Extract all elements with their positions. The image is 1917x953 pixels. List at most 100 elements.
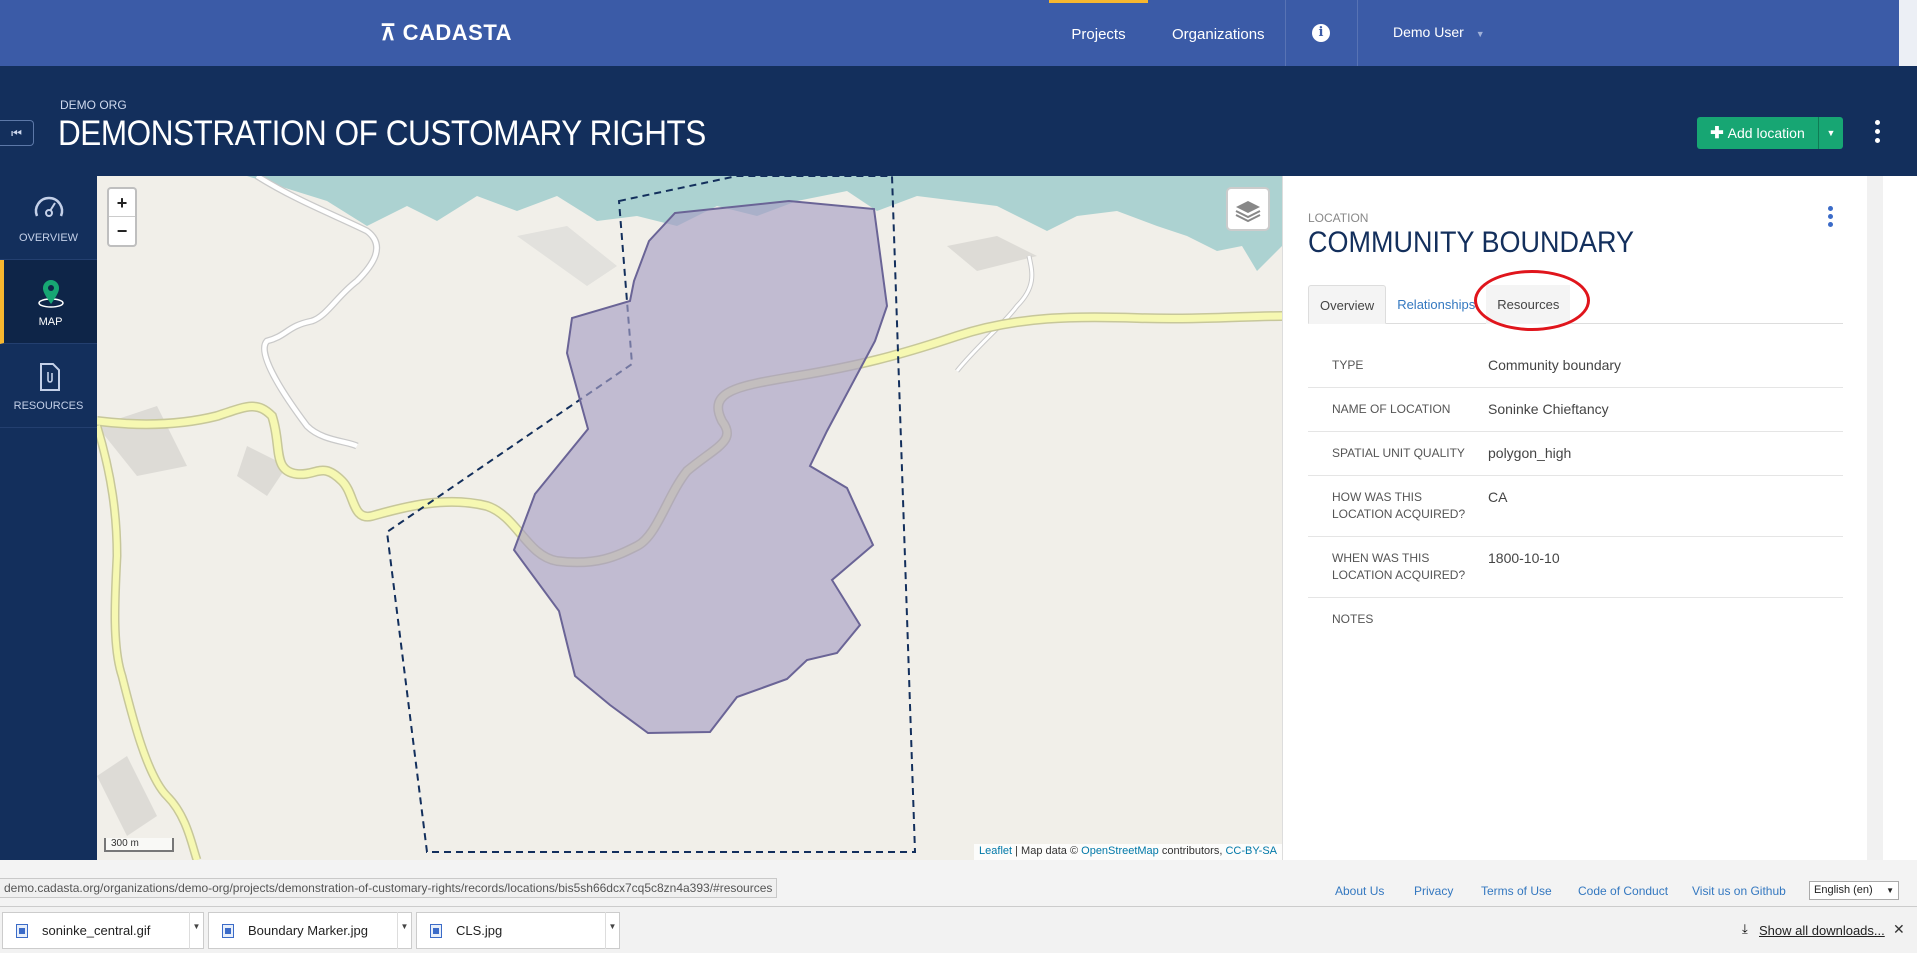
road bbox=[955, 255, 1034, 372]
nav-organizations[interactable]: Organizations bbox=[1172, 0, 1265, 66]
attribute-key: NAME OF LOCATION bbox=[1332, 402, 1451, 416]
sidebar-item-map[interactable]: MAP bbox=[0, 260, 97, 344]
sidebar-item-resources[interactable]: RESOURCES bbox=[0, 344, 97, 428]
project-menu-icon[interactable] bbox=[1875, 120, 1880, 143]
map-view[interactable]: + − 300 m Leaflet | Map data © OpenStree… bbox=[97, 176, 1282, 860]
show-all-downloads-link[interactable]: Show all downloads... bbox=[1759, 923, 1885, 938]
attribute-key: WHEN WAS THIS LOCATION ACQUIRED? bbox=[1332, 551, 1466, 582]
attribution-text: | Map data © bbox=[1012, 845, 1082, 857]
collapse-sidebar-button[interactable]: ⏮ bbox=[0, 120, 34, 146]
panel-scrollbar[interactable] bbox=[1867, 176, 1917, 860]
attribute-row: HOW WAS THIS LOCATION ACQUIRED? CA bbox=[1308, 476, 1843, 537]
add-location-label: Add location bbox=[1727, 125, 1805, 141]
attribute-row: SPATIAL UNIT QUALITY polygon_high bbox=[1308, 432, 1843, 476]
zoom-out-button[interactable]: − bbox=[109, 217, 135, 245]
scrollbar-top bbox=[1899, 0, 1917, 66]
image-file-icon bbox=[222, 923, 234, 938]
map-canvas[interactable] bbox=[97, 176, 1282, 860]
chevron-down-icon[interactable]: ▼ bbox=[397, 912, 411, 949]
project-header: ⏮ DEMO ORG DEMONSTRATION OF CUSTOMARY RI… bbox=[0, 66, 1917, 176]
location-detail-panel: LOCATION COMMUNITY BOUNDARY Overview Rel… bbox=[1282, 176, 1867, 860]
chevron-down-icon[interactable]: ▼ bbox=[189, 912, 203, 949]
download-filename: CLS.jpg bbox=[456, 923, 503, 938]
osm-link[interactable]: OpenStreetMap bbox=[1081, 845, 1159, 857]
attribute-value: Community boundary bbox=[1488, 357, 1622, 373]
attribute-key: NOTES bbox=[1332, 612, 1374, 626]
chevron-down-icon: ▼ bbox=[1886, 886, 1894, 895]
info-icon[interactable]: i bbox=[1312, 24, 1330, 42]
location-tabs: Overview Relationships Resources bbox=[1308, 270, 1843, 331]
nav-projects[interactable]: Projects bbox=[1049, 0, 1148, 66]
logo-text: CADASTA bbox=[402, 20, 513, 45]
nav-divider bbox=[1285, 0, 1286, 66]
org-name[interactable]: DEMO ORG bbox=[60, 98, 127, 112]
sidebar-item-overview[interactable]: OVERVIEW bbox=[0, 176, 97, 260]
map-scale: 300 m bbox=[104, 838, 174, 852]
footer-link-about[interactable]: About Us bbox=[1335, 884, 1384, 898]
highlight-circle bbox=[1474, 270, 1591, 331]
page-title: DEMONSTRATION OF CUSTOMARY RIGHTS bbox=[58, 114, 706, 153]
cadasta-logo[interactable]: ⊼ CADASTA bbox=[380, 20, 512, 46]
image-file-icon bbox=[430, 923, 442, 938]
download-item[interactable]: CLS.jpg ▼ bbox=[416, 912, 620, 949]
project-sidebar: OVERVIEW MAP RESOURCES bbox=[0, 176, 97, 860]
attribute-value: Soninke Chieftancy bbox=[1488, 401, 1609, 417]
community-boundary-polygon[interactable] bbox=[512, 199, 889, 735]
chevron-down-icon: ▼ bbox=[1475, 29, 1485, 39]
footer-link-conduct[interactable]: Code of Conduct bbox=[1578, 884, 1668, 898]
leaflet-link[interactable]: Leaflet bbox=[979, 845, 1012, 857]
road-outline bbox=[955, 255, 1035, 373]
sidebar-item-label: MAP bbox=[38, 316, 63, 328]
location-title: COMMUNITY BOUNDARY bbox=[1308, 226, 1635, 259]
tab-resources[interactable]: Resources bbox=[1474, 270, 1591, 331]
add-location-dropdown-caret[interactable]: ▼ bbox=[1819, 117, 1843, 149]
attribute-row: TYPE Community boundary bbox=[1308, 344, 1843, 388]
attribute-value: 1800-10-10 bbox=[1488, 550, 1560, 566]
zoom-control: + − bbox=[107, 187, 137, 247]
tab-overview[interactable]: Overview bbox=[1308, 285, 1387, 324]
attribute-key: SPATIAL UNIT QUALITY bbox=[1332, 446, 1465, 460]
download-filename: soninke_central.gif bbox=[42, 923, 151, 938]
location-menu-icon[interactable] bbox=[1828, 206, 1833, 227]
image-file-icon bbox=[16, 923, 28, 938]
language-select[interactable]: English (en) ▼ bbox=[1809, 881, 1899, 900]
attribute-key: TYPE bbox=[1332, 358, 1364, 372]
download-item[interactable]: soninke_central.gif ▼ bbox=[2, 912, 204, 949]
attribute-value: CA bbox=[1488, 489, 1508, 505]
land-patch bbox=[517, 226, 617, 286]
attribute-row: NAME OF LOCATION Soninke Chieftancy bbox=[1308, 388, 1843, 432]
map-pin-icon bbox=[37, 280, 64, 308]
sidebar-item-label: OVERVIEW bbox=[18, 232, 79, 244]
attribute-key: HOW WAS THIS LOCATION ACQUIRED? bbox=[1332, 490, 1466, 521]
language-value: English (en) bbox=[1814, 884, 1873, 896]
downloads-bar: soninke_central.gif ▼ Boundary Marker.jp… bbox=[0, 906, 1917, 953]
license-link[interactable]: CC-BY-SA bbox=[1225, 845, 1277, 857]
zoom-in-button[interactable]: + bbox=[109, 189, 135, 217]
download-filename: Boundary Marker.jpg bbox=[248, 923, 368, 938]
tab-relationships[interactable]: Relationships bbox=[1386, 285, 1486, 324]
footer-link-privacy[interactable]: Privacy bbox=[1414, 884, 1453, 898]
page-footer: demo.cadasta.org/organizations/demo-org/… bbox=[0, 876, 1917, 906]
location-attributes: TYPE Community boundary NAME OF LOCATION… bbox=[1308, 344, 1843, 641]
footer-link-terms[interactable]: Terms of Use bbox=[1481, 884, 1552, 898]
map-attribution: Leaflet | Map data © OpenStreetMap contr… bbox=[974, 844, 1282, 860]
download-item[interactable]: Boundary Marker.jpg ▼ bbox=[208, 912, 412, 949]
land-patch bbox=[947, 236, 1037, 271]
nav-divider bbox=[1357, 0, 1358, 66]
document-icon bbox=[39, 363, 60, 391]
attribute-row: NOTES bbox=[1308, 598, 1843, 641]
user-name: Demo User bbox=[1393, 24, 1464, 40]
add-location-button[interactable]: ✚ Add location ▼ bbox=[1697, 117, 1843, 149]
sidebar-item-label: RESOURCES bbox=[13, 400, 84, 412]
download-arrow-icon: ⤓ bbox=[1742, 921, 1748, 936]
attribute-value: polygon_high bbox=[1488, 445, 1572, 461]
close-icon[interactable]: ✕ bbox=[1893, 921, 1905, 938]
plus-icon: ✚ bbox=[1710, 125, 1724, 142]
user-menu[interactable]: Demo User ▼ bbox=[1393, 24, 1485, 40]
layers-icon bbox=[1235, 201, 1261, 223]
chevron-down-icon[interactable]: ▼ bbox=[605, 912, 619, 949]
layers-button[interactable] bbox=[1226, 187, 1270, 231]
attribution-text: contributors, bbox=[1158, 845, 1226, 857]
location-label: LOCATION bbox=[1308, 211, 1369, 225]
footer-link-github[interactable]: Visit us on Github bbox=[1692, 884, 1786, 898]
